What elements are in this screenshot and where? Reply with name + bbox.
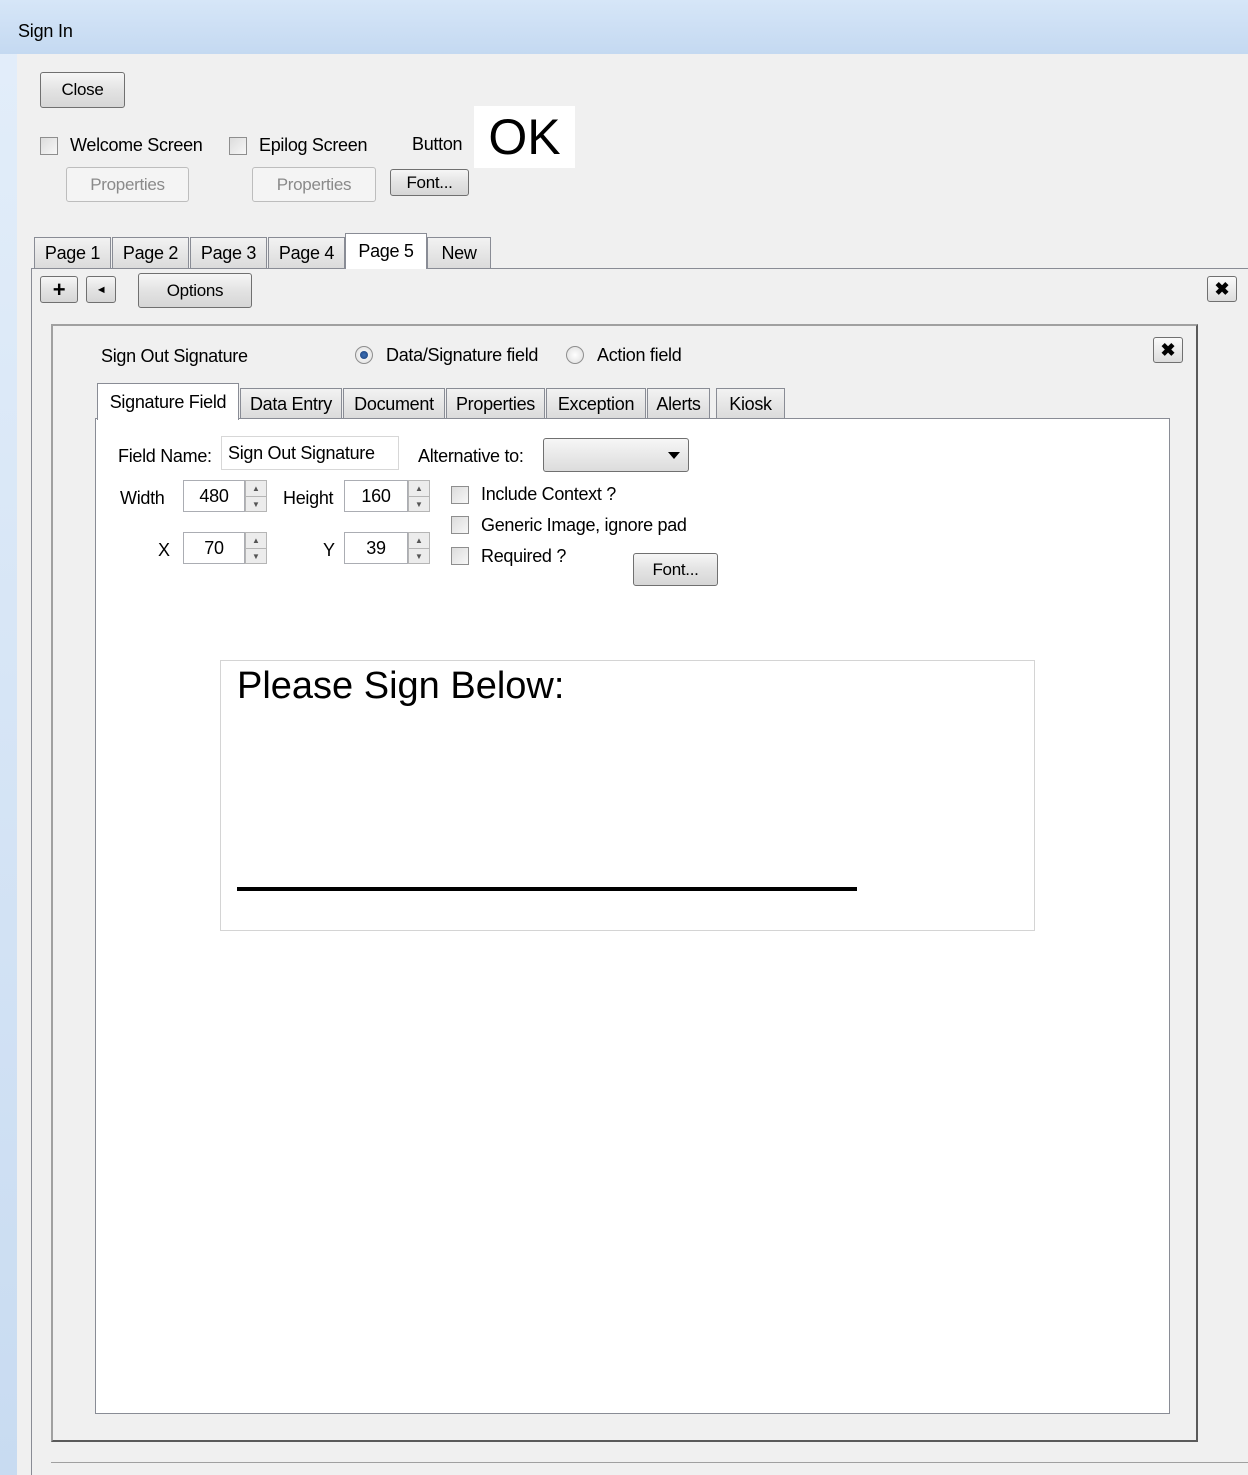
include-context-label: Include Context ? [481,484,616,504]
data-signature-radio-label: Data/Signature field [386,345,539,365]
action-field-radio[interactable] [566,346,584,364]
required-checkbox[interactable] [451,547,469,565]
back-arrow-icon[interactable]: ◄ [86,276,116,303]
tab-exception[interactable]: Exception [546,388,646,419]
field-title: Sign Out Signature [101,346,248,366]
generic-image-label: Generic Image, ignore pad [481,515,687,535]
spin-up-icon[interactable]: ▲ [246,533,266,548]
y-label: Y [323,540,335,560]
data-signature-radio[interactable] [355,346,373,364]
spin-down-icon[interactable]: ▼ [246,548,266,563]
close-page-icon[interactable]: ✖ [1207,276,1237,302]
x-spinner[interactable]: ▲ ▼ [245,532,267,564]
chevron-down-icon [668,452,680,459]
x-input[interactable]: 70 [183,532,245,564]
signature-line [237,887,857,891]
spin-up-icon[interactable]: ▲ [246,481,266,496]
tab-properties[interactable]: Properties [446,388,545,419]
button-font-button[interactable]: Font... [390,169,469,196]
close-field-icon[interactable]: ✖ [1153,337,1183,363]
tab-page-2[interactable]: Page 2 [112,237,189,269]
epilog-screen-label: Epilog Screen [259,135,368,155]
title-bar[interactable]: Sign In [0,0,1248,54]
spin-up-icon[interactable]: ▲ [409,481,429,496]
field-name-input[interactable]: Sign Out Signature [221,436,399,470]
tab-page-1[interactable]: Page 1 [34,237,111,269]
welcome-screen-checkbox[interactable] [40,137,58,155]
tab-document[interactable]: Document [343,388,445,419]
welcome-properties-button[interactable]: Properties [66,167,189,202]
width-label: Width [120,488,165,508]
alternative-to-label: Alternative to: [418,446,524,466]
alternative-to-select[interactable] [543,438,689,472]
welcome-screen-label: Welcome Screen [70,135,203,155]
tab-kiosk[interactable]: Kiosk [716,388,785,419]
window-title: Sign In [18,21,73,41]
field-name-label: Field Name: [118,446,212,466]
spin-down-icon[interactable]: ▼ [409,496,429,511]
tab-page-3[interactable]: Page 3 [190,237,267,269]
epilog-properties-button[interactable]: Properties [252,167,376,202]
epilog-screen-checkbox[interactable] [229,137,247,155]
close-button[interactable]: Close [40,72,125,108]
tab-new[interactable]: New [427,237,491,269]
x-label: X [158,540,170,560]
options-button[interactable]: Options [138,273,252,308]
generic-image-checkbox[interactable] [451,516,469,534]
height-spinner[interactable]: ▲ ▼ [408,480,430,512]
required-label: Required ? [481,546,567,566]
y-input[interactable]: 39 [344,532,408,564]
button-label: Button [412,134,463,154]
height-input[interactable]: 160 [344,480,408,512]
spin-down-icon[interactable]: ▼ [409,548,429,563]
tab-alerts[interactable]: Alerts [647,388,710,419]
action-field-radio-label: Action field [597,345,682,365]
signature-prompt: Please Sign Below: [237,665,565,707]
spin-up-icon[interactable]: ▲ [409,533,429,548]
bottom-divider [51,1462,1248,1463]
tab-page-5[interactable]: Page 5 [345,233,427,269]
spin-down-icon[interactable]: ▼ [246,496,266,511]
add-icon[interactable]: + [40,276,78,303]
tab-data-entry[interactable]: Data Entry [240,388,342,419]
width-input[interactable]: 480 [183,480,245,512]
field-font-button[interactable]: Font... [633,553,718,586]
height-label: Height [283,488,334,508]
y-spinner[interactable]: ▲ ▼ [408,532,430,564]
tab-page-4[interactable]: Page 4 [268,237,345,269]
tab-signature-field[interactable]: Signature Field [97,383,239,420]
button-text-preview: OK [474,106,575,168]
include-context-checkbox[interactable] [451,486,469,504]
width-spinner[interactable]: ▲ ▼ [245,480,267,512]
signature-preview-box: Please Sign Below: [220,660,1035,931]
